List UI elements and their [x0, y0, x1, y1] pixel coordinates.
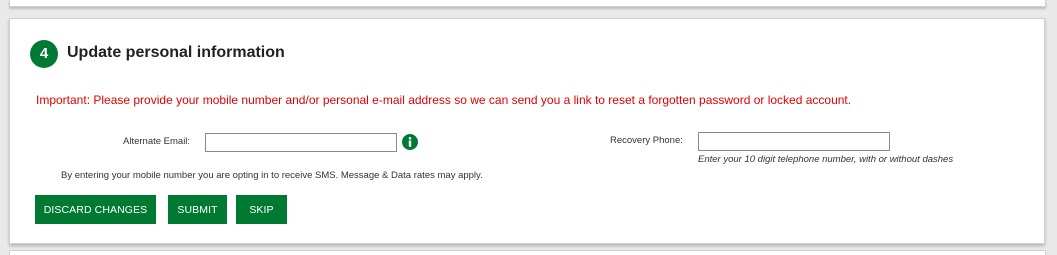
- next-section-card: [9, 250, 1046, 255]
- alternate-email-input[interactable]: [205, 133, 397, 152]
- discard-changes-button[interactable]: DISCARD CHANGES: [35, 195, 156, 224]
- sms-opt-in-note: By entering your mobile number you are o…: [61, 170, 483, 181]
- important-message: Important: Please provide your mobile nu…: [36, 93, 852, 107]
- skip-button[interactable]: SKIP: [236, 195, 287, 224]
- submit-button[interactable]: SUBMIT: [168, 195, 227, 224]
- step-number-badge: 4: [30, 40, 58, 68]
- recovery-phone-label: Recovery Phone:: [610, 135, 683, 146]
- info-icon[interactable]: [402, 134, 418, 150]
- phone-hint: Enter your 10 digit telephone number, wi…: [698, 154, 954, 165]
- previous-section-card: [9, 0, 1046, 7]
- alternate-email-label: Alternate Email:: [123, 136, 191, 147]
- recovery-phone-input[interactable]: [698, 132, 890, 151]
- update-personal-info-card: 4 Update personal information Important:…: [9, 18, 1045, 244]
- section-title: Update personal information: [67, 44, 285, 61]
